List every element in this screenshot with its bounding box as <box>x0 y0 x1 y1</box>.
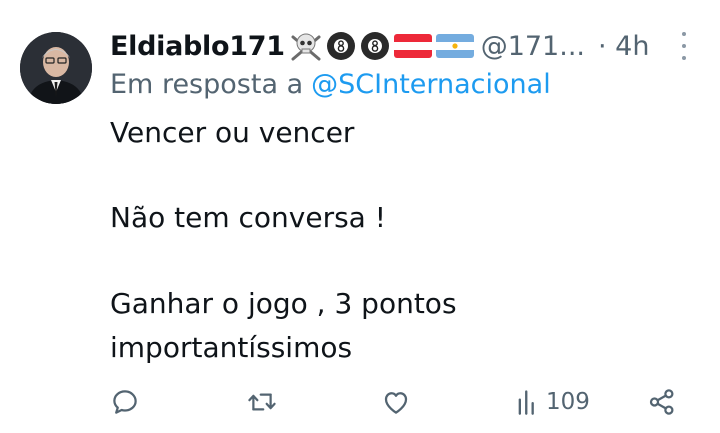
billiard-8-ball-icon <box>359 30 391 62</box>
name-emojis <box>289 30 475 62</box>
heart-icon <box>381 387 411 417</box>
more-options-icon[interactable] <box>674 32 694 60</box>
view-count: 109 <box>546 389 590 415</box>
austria-flag-icon <box>393 32 433 60</box>
skull-crossbones-icon <box>289 31 323 61</box>
tweet[interactable]: Eldiablo171 @171... · 4h Em resposta a @… <box>0 0 720 433</box>
action-bar: 109 <box>0 380 720 424</box>
display-name[interactable]: Eldiablo171 <box>110 31 285 62</box>
avatar[interactable] <box>20 32 92 104</box>
tweet-header: Eldiablo171 @171... <box>110 26 585 66</box>
bar-chart-icon <box>516 388 540 416</box>
share-icon <box>647 387 677 417</box>
tweet-text-line: Vencer ou vencer <box>110 116 355 149</box>
tweet-text-line: Ganhar o jogo , 3 pontos <box>110 287 457 320</box>
tweet-text-line: importantíssimos <box>110 331 353 364</box>
like-button[interactable] <box>381 380 411 424</box>
reply-prefix: Em resposta a <box>110 68 304 100</box>
speech-bubble-icon <box>110 387 140 417</box>
tweet-text-line: Não tem conversa ! <box>110 201 386 234</box>
share-button[interactable] <box>647 380 677 424</box>
reply-context: Em resposta a @SCInternacional <box>110 64 551 104</box>
billiard-8-ball-icon <box>325 30 357 62</box>
retweet-icon <box>246 387 278 417</box>
views-button[interactable]: 109 <box>516 380 590 424</box>
reply-mention-link[interactable]: @SCInternacional <box>311 69 551 100</box>
timestamp[interactable]: · 4h <box>598 26 649 66</box>
retweet-button[interactable] <box>246 380 278 424</box>
argentina-flag-icon <box>435 32 475 60</box>
reply-button[interactable] <box>110 380 140 424</box>
handle[interactable]: @171... <box>481 31 585 62</box>
